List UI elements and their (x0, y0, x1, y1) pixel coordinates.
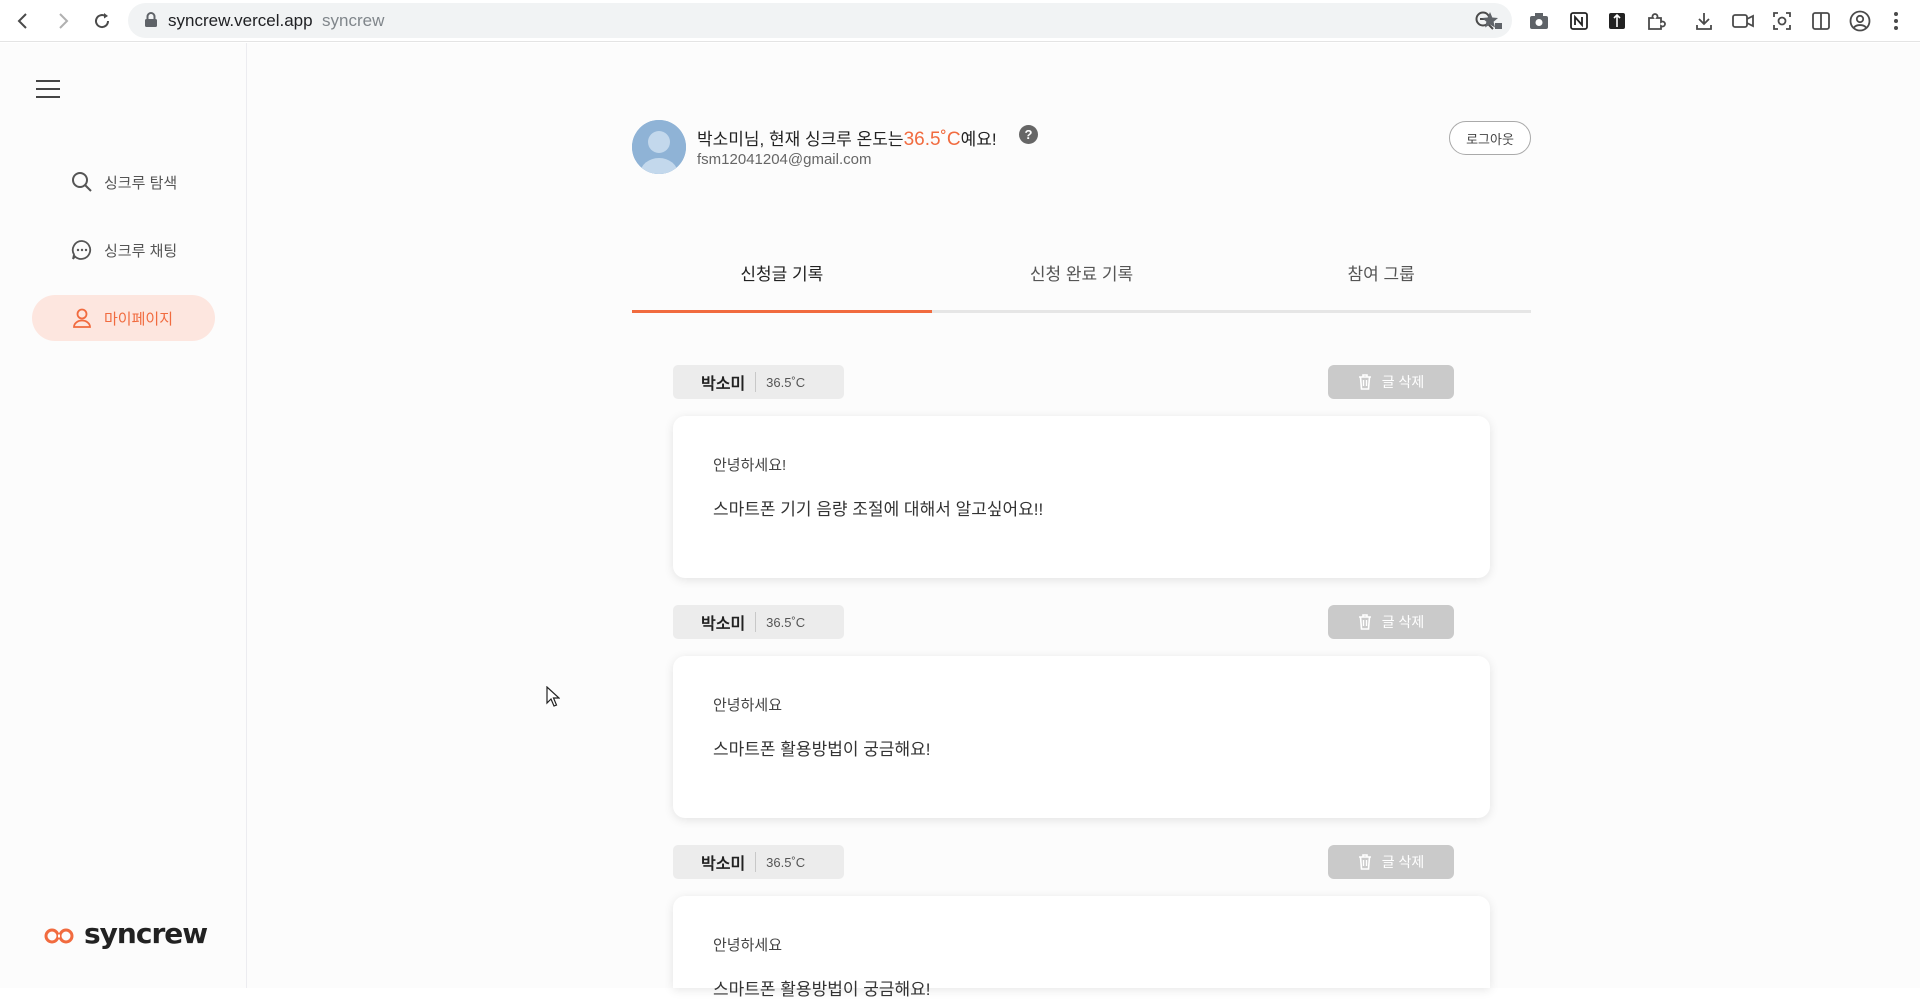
bookmark-star-button[interactable] (1477, 6, 1507, 36)
delete-post-label: 글 삭제 (1381, 614, 1425, 630)
greeting-text: 박소미님, 현재 싱크루 온도는36.5˚C예요! (697, 125, 997, 151)
star-bookmark-icon (1482, 12, 1502, 29)
post-header: 박소미 36.5˚C 글 삭제 (673, 605, 1454, 641)
video-camera-icon (1732, 14, 1754, 28)
notion-icon (1570, 12, 1588, 30)
delete-post-button[interactable]: 글 삭제 (1328, 845, 1454, 879)
page-content: 싱크루 탐색 싱크루 채팅 마이페이지 syncrew 박소미님, 현재 싱크루… (0, 43, 1920, 999)
sidebar-item-label: 싱크루 채팅 (104, 242, 178, 260)
user-email: fsm12041204@gmail.com (697, 151, 872, 168)
post-header: 박소미 36.5˚C 글 삭제 (673, 845, 1454, 881)
mouse-cursor-icon (546, 686, 560, 707)
trash-icon (1358, 854, 1372, 870)
sidebar-item-label: 싱크루 탐색 (104, 174, 178, 192)
author-temperature: 36.5˚C (766, 614, 806, 630)
author-name: 박소미 (701, 376, 746, 393)
post-title: 안녕하세요 (713, 697, 783, 714)
trash-icon (1358, 614, 1372, 630)
forward-button[interactable] (48, 6, 78, 36)
delete-post-button[interactable]: 글 삭제 (1328, 365, 1454, 399)
screen-capture-icon (1773, 12, 1791, 30)
syncrew-logo[interactable]: syncrew (44, 917, 208, 950)
author-name: 박소미 (701, 616, 746, 633)
side-panel-button[interactable] (1806, 6, 1836, 36)
user-temperature: 36.5˚C (903, 129, 961, 150)
delete-post-label: 글 삭제 (1381, 854, 1425, 870)
forward-arrow-icon (59, 13, 69, 29)
logout-button[interactable]: 로그아웃 (1449, 121, 1531, 155)
author-name: 박소미 (701, 856, 746, 873)
hamburger-menu-icon[interactable] (36, 80, 60, 100)
sidebar-item-explore[interactable]: 싱크루 탐색 (32, 159, 215, 205)
user-icon (70, 306, 94, 330)
author-temperature: 36.5˚C (766, 374, 806, 390)
lens-button[interactable] (1767, 6, 1797, 36)
address-bar[interactable]: syncrew.vercel.app syncrew (128, 3, 1512, 38)
puzzle-icon (1648, 13, 1666, 30)
chat-bubble-icon (70, 238, 94, 262)
extension-box-icon (1609, 13, 1625, 29)
back-button[interactable] (8, 6, 38, 36)
notion-extension-button[interactable] (1564, 6, 1594, 36)
post-card[interactable]: 안녕하세요 스마트폰 활용방법이 궁금해요! (673, 896, 1490, 999)
search-icon (70, 170, 94, 194)
avatar (632, 120, 686, 174)
post-card[interactable]: 안녕하세요! 스마트폰 기기 음량 조절에 대해서 알고싶어요!! (673, 416, 1490, 578)
reload-icon (95, 13, 110, 29)
sidebar-item-chat[interactable]: 싱크루 채팅 (32, 227, 215, 273)
browser-toolbar: syncrew.vercel.app syncrew (0, 0, 1920, 42)
greeting-prefix: 박소미님, 현재 싱크루 온도는 (697, 130, 904, 149)
trash-icon (1358, 374, 1372, 390)
author-temperature: 36.5˚C (766, 854, 806, 870)
author-tag: 박소미 36.5˚C (673, 365, 844, 399)
extension-button[interactable] (1602, 6, 1632, 36)
author-tag: 박소미 36.5˚C (673, 605, 844, 639)
url-domain: syncrew.vercel.app (168, 11, 313, 30)
account-circle-icon (1849, 10, 1871, 32)
extensions-menu-button[interactable] (1641, 6, 1671, 36)
side-panel-icon (1812, 12, 1830, 30)
profile-button[interactable] (1845, 6, 1875, 36)
sidebar-item-label: 마이페이지 (104, 310, 174, 328)
browser-menu-button[interactable] (1881, 6, 1911, 36)
camera-icon (1530, 13, 1548, 29)
logo-text: syncrew (84, 917, 208, 950)
delete-post-label: 글 삭제 (1381, 374, 1425, 390)
post-body: 스마트폰 기기 음량 조절에 대해서 알고싶어요!! (713, 500, 1044, 519)
lock-icon (145, 12, 157, 27)
author-tag: 박소미 36.5˚C (673, 845, 844, 879)
logo-mark-icon (44, 928, 74, 943)
post-header: 박소미 36.5˚C 글 삭제 (673, 365, 1454, 401)
sidebar: 싱크루 탐색 싱크루 채팅 마이페이지 syncrew (0, 43, 247, 988)
reload-button[interactable] (87, 6, 117, 36)
tab-request-history[interactable]: 신청글 기록 (632, 263, 932, 313)
tab-completed-history[interactable]: 신청 완료 기록 (932, 263, 1232, 310)
video-button[interactable] (1728, 6, 1758, 36)
tab-bar: 신청글 기록 신청 완료 기록 참여 그룹 (632, 263, 1531, 313)
greeting-suffix: 예요! (960, 130, 997, 149)
post-title: 안녕하세요 (713, 937, 783, 954)
tab-joined-groups[interactable]: 참여 그룹 (1231, 263, 1531, 310)
url-page-title: syncrew (322, 11, 385, 30)
post-card[interactable]: 안녕하세요 스마트폰 활용방법이 궁금해요! (673, 656, 1490, 818)
divider (755, 372, 757, 392)
help-icon[interactable]: ? (1019, 125, 1038, 144)
back-arrow-icon (17, 13, 27, 29)
sidebar-item-mypage[interactable]: 마이페이지 (32, 295, 215, 341)
delete-post-button[interactable]: 글 삭제 (1328, 605, 1454, 639)
screenshot-button[interactable] (1524, 6, 1554, 36)
post-title: 안녕하세요! (713, 457, 787, 474)
divider (755, 852, 757, 872)
downloads-button[interactable] (1689, 6, 1719, 36)
download-icon (1696, 13, 1712, 30)
post-body: 스마트폰 활용방법이 궁금해요! (713, 740, 931, 759)
divider (755, 612, 757, 632)
kebab-menu-icon (1894, 12, 1898, 30)
